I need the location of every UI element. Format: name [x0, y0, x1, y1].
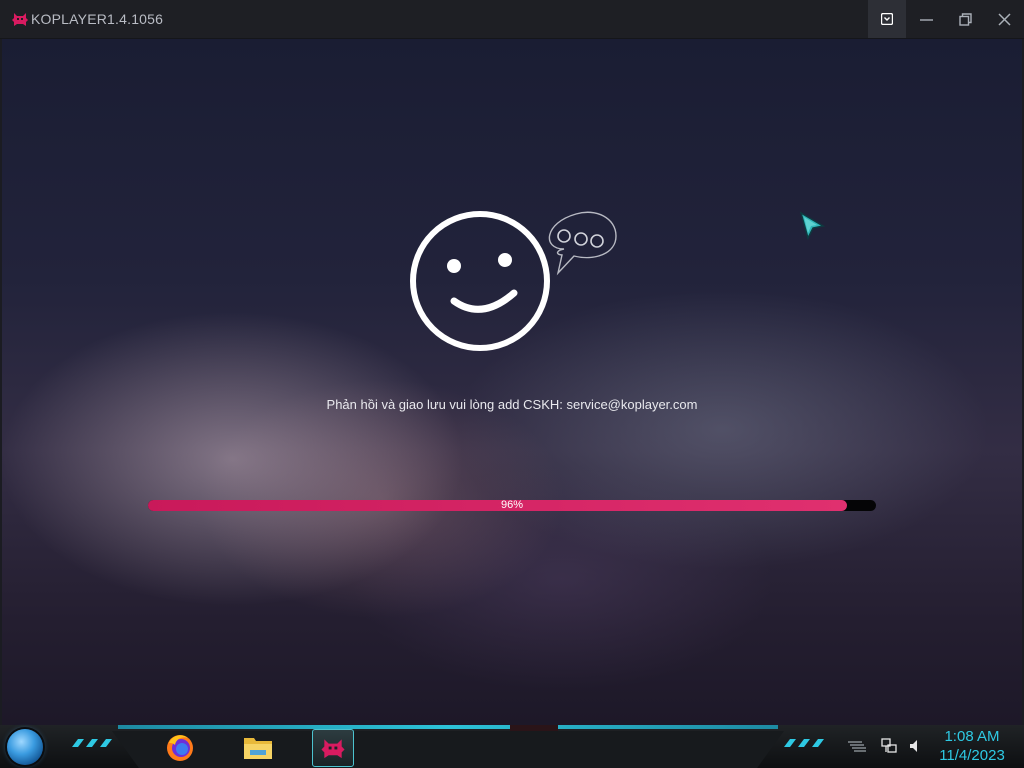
- volume-icon: [910, 740, 917, 752]
- minimize-icon: [919, 18, 933, 21]
- taskbar-notch: [510, 725, 558, 731]
- show-desktop-icon: [848, 741, 866, 752]
- window-title: KOPLAYER1.4.1056: [31, 11, 164, 27]
- minimize-button[interactable]: [907, 0, 945, 38]
- clock-time: 1:08 AM: [944, 728, 1000, 745]
- loading-progress-bar: 96%: [148, 499, 876, 511]
- progress-percent: 96%: [500, 499, 524, 511]
- chevron-deco-right-icon: [784, 739, 824, 747]
- restore-icon: [958, 12, 972, 26]
- smiley-face-icon: [410, 211, 617, 351]
- taskbar-app-firefox[interactable]: [160, 729, 200, 765]
- speech-bubble-icon: [548, 211, 617, 276]
- firefox-icon: [167, 735, 193, 761]
- close-button[interactable]: [985, 0, 1023, 38]
- collapse-icon: [881, 13, 893, 25]
- taskbar: 1:08 AM 11/4/2023: [0, 725, 1024, 768]
- tray-show-desktop[interactable]: [848, 738, 866, 754]
- taskbar-app-koplayer[interactable]: [312, 729, 354, 767]
- feedback-message: Phản hồi và giao lưu vui lòng add CSKH: …: [326, 397, 698, 412]
- koplayer-window: KOPLAYER1.4.1056 Phản hồi và giao lưu vu…: [0, 0, 1024, 725]
- cursor-arrow-icon: [799, 211, 825, 241]
- folder-icon: [244, 738, 272, 759]
- koplayer-logo-icon: [12, 13, 28, 26]
- title-bar[interactable]: KOPLAYER1.4.1056: [0, 0, 1024, 39]
- collapse-button[interactable]: [868, 0, 906, 38]
- taskbar-track: [112, 731, 784, 768]
- loading-screen: Phản hồi và giao lưu vui lòng add CSKH: …: [2, 39, 1022, 725]
- tray-volume[interactable]: [906, 738, 924, 754]
- tray-network[interactable]: [880, 738, 898, 754]
- taskbar-glow-band: [118, 725, 778, 729]
- clock-date: 11/4/2023: [939, 747, 1005, 764]
- chevron-deco-left-icon: [72, 739, 112, 747]
- network-icon: [881, 738, 897, 753]
- close-icon: [997, 12, 1011, 26]
- start-button[interactable]: [7, 729, 43, 765]
- taskbar-app-file-explorer[interactable]: [238, 729, 278, 765]
- taskbar-clock[interactable]: 1:08 AM 11/4/2023: [930, 727, 1014, 765]
- restore-button[interactable]: [946, 0, 984, 38]
- koplayer-icon: [321, 739, 345, 759]
